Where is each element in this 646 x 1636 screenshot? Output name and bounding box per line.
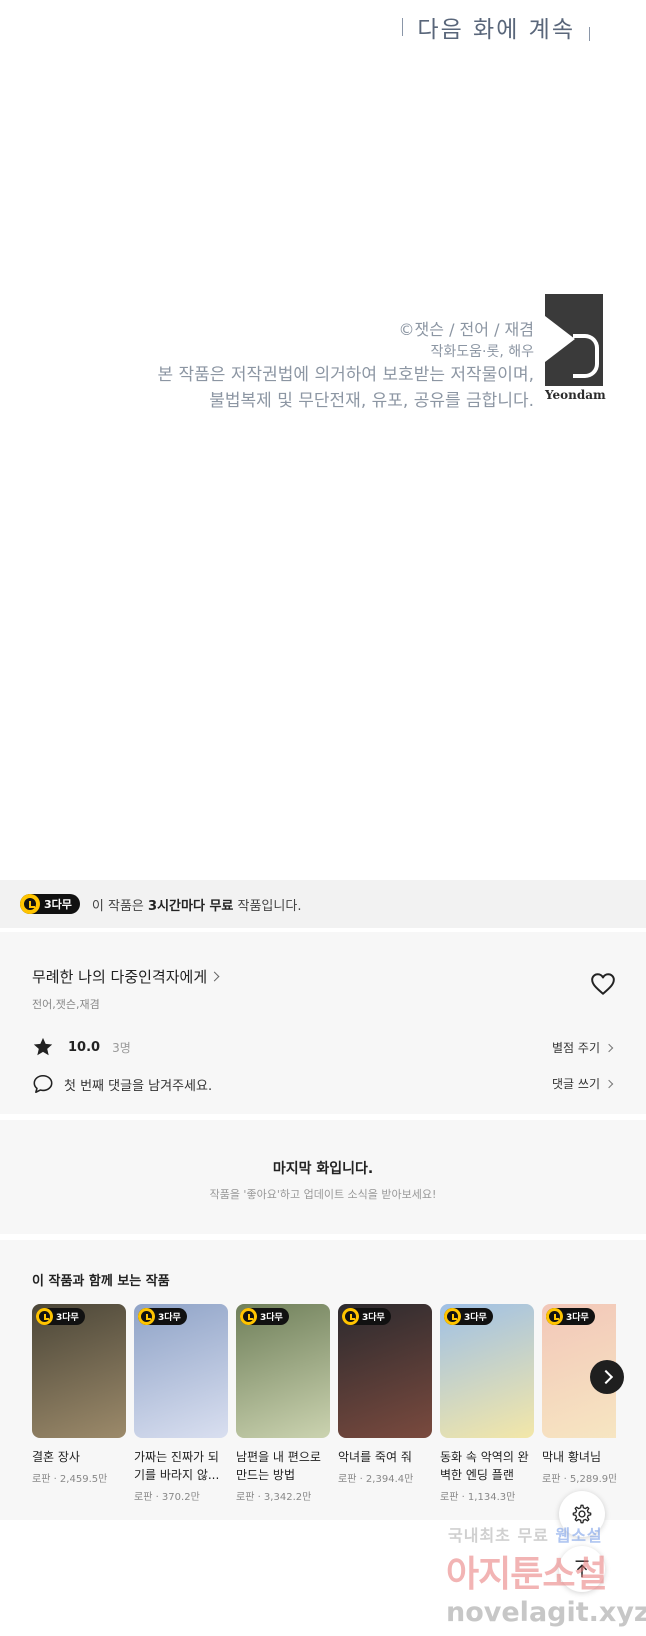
free-banner-text: 이 작품은 3시간마다 무료 작품입니다. <box>92 895 302 914</box>
chevron-right-icon <box>209 971 220 982</box>
publisher-logo-text: Yeondam <box>545 388 606 402</box>
rate-button[interactable]: 별점 주기 <box>552 1039 614 1056</box>
badge-label: 3다무 <box>362 1313 385 1323</box>
copyright-credits: ©잿슨 / 전어 / 재겸 <box>398 320 534 339</box>
recommendation-card[interactable]: 3다무 악녀를 죽여 줘 로판 · 2,394.4만 <box>338 1304 432 1504</box>
last-episode-subtitle: 작품을 '좋아요'하고 업데이트 소식을 받아보세요! <box>209 1188 437 1201</box>
badge-label: 3다무 <box>56 1313 79 1323</box>
wait-free-badge: 3다무 <box>138 1308 187 1325</box>
recommendation-meta: 로판 · 2,459.5만 <box>32 1474 108 1485</box>
recommendation-carousel[interactable]: 3다무 결혼 장사 로판 · 2,459.5만 3다무 가짜는 진짜가 되기를 … <box>32 1304 616 1504</box>
last-episode-panel: 마지막 화입니다. 작품을 '좋아요'하고 업데이트 소식을 받아보세요! <box>0 1120 646 1234</box>
recommendations-heading: 이 작품과 함께 보는 작품 <box>32 1274 170 1289</box>
divider <box>589 27 590 41</box>
copyright-block: ©잿슨 / 전어 / 재겸 작화도움·롯, 해우 본 작품은 저작권법에 의거하… <box>157 318 534 414</box>
work-authors: 전어,잿슨,재겸 <box>32 998 100 1011</box>
recommendations-panel: 이 작품과 함께 보는 작품 3다무 결혼 장사 로판 · 2,459.5만 3… <box>0 1240 646 1520</box>
chevron-right-icon <box>604 1079 614 1088</box>
last-episode-title: 마지막 화입니다. <box>272 1161 374 1177</box>
clock-icon <box>20 894 40 914</box>
work-title: 무례한 나의 다중인격자에게 <box>32 968 208 986</box>
recommendation-thumbnail[interactable]: 3다무 <box>236 1304 330 1438</box>
free-banner: 3다무 이 작품은 3시간마다 무료 작품입니다. <box>0 880 646 928</box>
clock-icon <box>240 1308 257 1325</box>
clock-icon <box>138 1308 155 1325</box>
badge-label: 3다무 <box>44 898 72 911</box>
wait-free-badge: 3다무 <box>240 1308 289 1325</box>
copyright-notice-2: 불법복제 및 무단전재, 유포, 공유를 금합니다. <box>209 391 534 411</box>
chevron-right-icon <box>598 1369 613 1385</box>
clock-icon <box>36 1308 53 1325</box>
badge-label: 3다무 <box>260 1313 283 1323</box>
star-icon <box>33 1037 53 1056</box>
recommendation-card[interactable]: 3다무 동화 속 악역의 완벽한 엔딩 플랜 로판 · 1,134.3만 <box>440 1304 534 1504</box>
badge-label: 3다무 <box>158 1313 181 1323</box>
badge-label: 3다무 <box>464 1313 487 1323</box>
comment-prompt: 첫 번째 댓글을 남겨주세요. <box>64 1078 213 1094</box>
publisher-logo-mark <box>545 294 603 386</box>
recommendation-meta: 로판 · 3,342.2만 <box>236 1492 312 1503</box>
rating-row: 10.0 3명 <box>32 1036 131 1058</box>
recommendation-title[interactable]: 막내 황녀님 <box>542 1448 616 1466</box>
recommendation-title[interactable]: 악녀를 죽여 줘 <box>338 1448 432 1466</box>
clock-icon <box>546 1308 563 1325</box>
carousel-next-button[interactable] <box>590 1360 624 1394</box>
watermark-tagline-b: 웹소설 <box>555 1526 603 1545</box>
rate-label: 별점 주기 <box>552 1041 600 1055</box>
recommendation-meta: 로판 · 1,134.3만 <box>440 1492 516 1503</box>
recommendation-card[interactable]: 3다무 가짜는 진짜가 되기를 바라지 않... 로판 · 370.2만 <box>134 1304 228 1504</box>
clock-icon <box>342 1308 359 1325</box>
wait-free-badge: 3다무 <box>20 894 80 914</box>
divider <box>402 18 404 36</box>
rating-score: 10.0 <box>68 1039 101 1055</box>
write-comment-label: 댓글 쓰기 <box>552 1077 600 1091</box>
copyright-notice: 본 작품은 저작권법에 의거하여 보호받는 저작물이며, <box>157 365 534 385</box>
chevron-right-icon <box>604 1043 614 1052</box>
free-prefix: 이 작품은 <box>91 898 144 914</box>
wait-free-badge: 3다무 <box>444 1308 493 1325</box>
wait-free-badge: 3다무 <box>546 1308 595 1325</box>
watermark-tagline: 국내최초 무료 웹소설 <box>448 1522 603 1546</box>
recommendation-card[interactable]: 3다무 막내 황녀님 로판 · 5,289.9만 <box>542 1304 616 1504</box>
wait-free-badge: 3다무 <box>342 1308 391 1325</box>
comment-row[interactable]: 첫 번째 댓글을 남겨주세요. <box>32 1073 212 1095</box>
recommendation-thumbnail[interactable]: 3다무 <box>440 1304 534 1438</box>
recommendation-thumbnail[interactable]: 3다무 <box>134 1304 228 1438</box>
recommendation-card[interactable]: 3다무 결혼 장사 로판 · 2,459.5만 <box>32 1304 126 1504</box>
write-comment-button[interactable]: 댓글 쓰기 <box>552 1075 614 1092</box>
recommendation-thumbnail[interactable]: 3다무 <box>32 1304 126 1438</box>
clock-icon <box>444 1308 461 1325</box>
recommendation-title[interactable]: 동화 속 악역의 완벽한 엔딩 플랜 <box>440 1448 534 1484</box>
free-suffix: 작품입니다. <box>237 898 302 914</box>
wait-free-badge: 3다무 <box>36 1308 85 1325</box>
recommendation-meta: 로판 · 2,394.4만 <box>338 1474 414 1485</box>
work-info-panel: 무례한 나의 다중인격자에게 전어,잿슨,재겸 10.0 3명 별점 주기 첫 … <box>0 932 646 1114</box>
watermark-tagline-a: 국내최초 무료 <box>448 1526 549 1545</box>
watermark-brand: 아지툰소설 <box>446 1554 608 1595</box>
recommendation-card[interactable]: 3다무 남편을 내 편으로 만드는 방법 로판 · 3,342.2만 <box>236 1304 330 1504</box>
copyright-assist: 작화도움·롯, 해우 <box>430 344 534 360</box>
publisher-logo: Yeondam <box>545 294 606 404</box>
badge-label: 3다무 <box>566 1313 589 1323</box>
recommendation-title[interactable]: 가짜는 진짜가 되기를 바라지 않... <box>134 1448 228 1484</box>
rating-count: 3명 <box>112 1040 131 1055</box>
recommendation-title[interactable]: 결혼 장사 <box>32 1448 126 1466</box>
recommendation-thumbnail[interactable]: 3다무 <box>338 1304 432 1438</box>
recommendation-meta: 로판 · 5,289.9만 <box>542 1474 616 1485</box>
watermark-domain: novelagit.xyz <box>446 1597 646 1628</box>
work-title-link[interactable]: 무례한 나의 다중인격자에게 <box>32 966 220 987</box>
next-episode-notice: 다음 화에 계속 <box>402 10 590 44</box>
heart-icon[interactable] <box>590 972 616 996</box>
free-highlight: 3시간마다 무료 <box>148 898 234 914</box>
next-episode-label: 다음 화에 계속 <box>417 17 575 43</box>
comment-bubble-icon <box>33 1074 53 1094</box>
recommendation-meta: 로판 · 370.2만 <box>134 1492 200 1503</box>
recommendation-title[interactable]: 남편을 내 편으로 만드는 방법 <box>236 1448 330 1484</box>
